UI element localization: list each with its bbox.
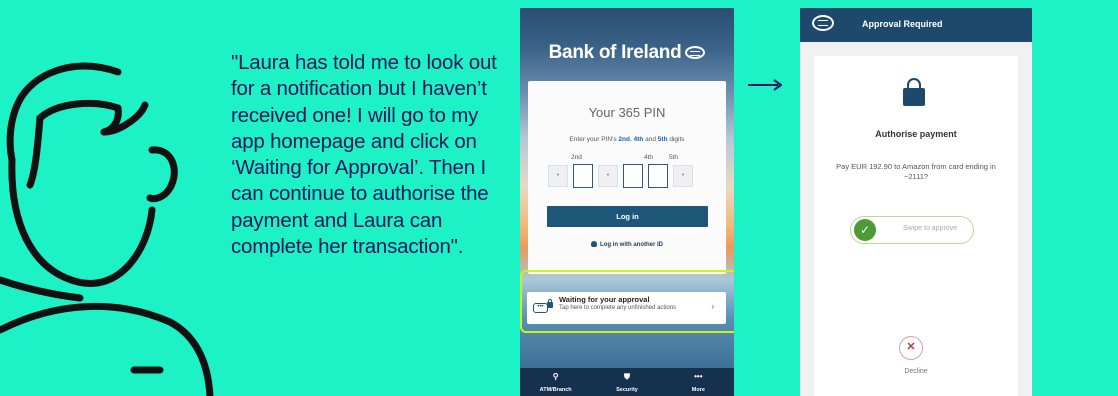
decline-button[interactable]: ✕ [899,336,923,360]
checkmark-icon[interactable]: ✓ [854,219,876,241]
bank-logo-icon [812,15,834,31]
pin-digit-6: • [673,165,693,187]
bank-logo-icon [685,46,706,59]
digit-label-4th: 4th [644,154,654,161]
digit-labels: 2nd 4th 5th [528,154,726,164]
nav-atm-branch[interactable]: ⚲ ATM/Branch [520,368,591,396]
authorise-card: Authorise payment Pay EUR 192.90 to Amaz… [814,56,1018,396]
shield-icon: ⛊ [623,372,630,381]
persona-quote: "Laura has told me to look out for a not… [231,51,497,259]
bank-logo: Bank of Ireland [520,42,734,64]
approval-header: Approval Required [800,8,1032,42]
pin-instruction: Enter your PIN's 2nd, 4th and 5th digits [569,136,685,143]
lock-icon [547,299,553,308]
login-button[interactable]: Log in [547,206,708,227]
chevron-right-icon: › [711,302,714,311]
pin-digit-3: • [598,165,618,187]
pin-digit-4-input[interactable] [623,164,643,188]
approval-title: Waiting for your approval [559,295,650,304]
bottom-nav: ⚲ ATM/Branch ⛊ Security ••• More [520,368,734,396]
approval-screen: Approval Required Authorise payment Pay … [800,8,1032,396]
arrow-right-icon [748,79,782,91]
bank-name: Bank of Ireland [548,42,682,63]
person-icon [591,241,597,247]
pin-card: Your 365 PIN Enter your PIN's 2nd, 4th a… [528,81,726,274]
approval-header-title: Approval Required [862,19,943,29]
dots-icon: ••• [533,303,548,313]
waiting-approval-card[interactable]: ••• Waiting for your approval Tap here t… [527,292,726,324]
decline-label: Decline [904,368,928,375]
digit-label-5th: 5th [669,154,679,161]
login-screen: Bank of Ireland Your 365 PIN Enter your … [520,8,734,396]
more-dots-icon: ••• [694,372,703,381]
lock-icon [903,78,925,106]
swipe-label: Swipe to approve [903,225,958,232]
user-persona-icon [0,62,214,396]
authorise-title: Authorise payment [875,129,957,139]
digit-label-2nd: 2nd [571,154,582,161]
login-another-id-link[interactable]: Log in with another ID [528,241,726,248]
authorise-description: Pay EUR 192.90 to Amazon from card endin… [836,162,996,181]
pin-digit-1: • [548,165,568,187]
location-pin-icon: ⚲ [552,372,559,381]
nav-security[interactable]: ⛊ Security [591,368,662,396]
pin-digit-5-input[interactable] [648,164,668,188]
swipe-to-approve-slider[interactable]: ✓ Swipe to approve [850,216,974,244]
approval-subtitle: Tap here to complete any unfinished acti… [559,305,677,311]
pin-digit-2-input[interactable] [573,164,593,188]
pin-title: Your 365 PIN [588,105,666,120]
nav-more[interactable]: ••• More [663,368,734,396]
